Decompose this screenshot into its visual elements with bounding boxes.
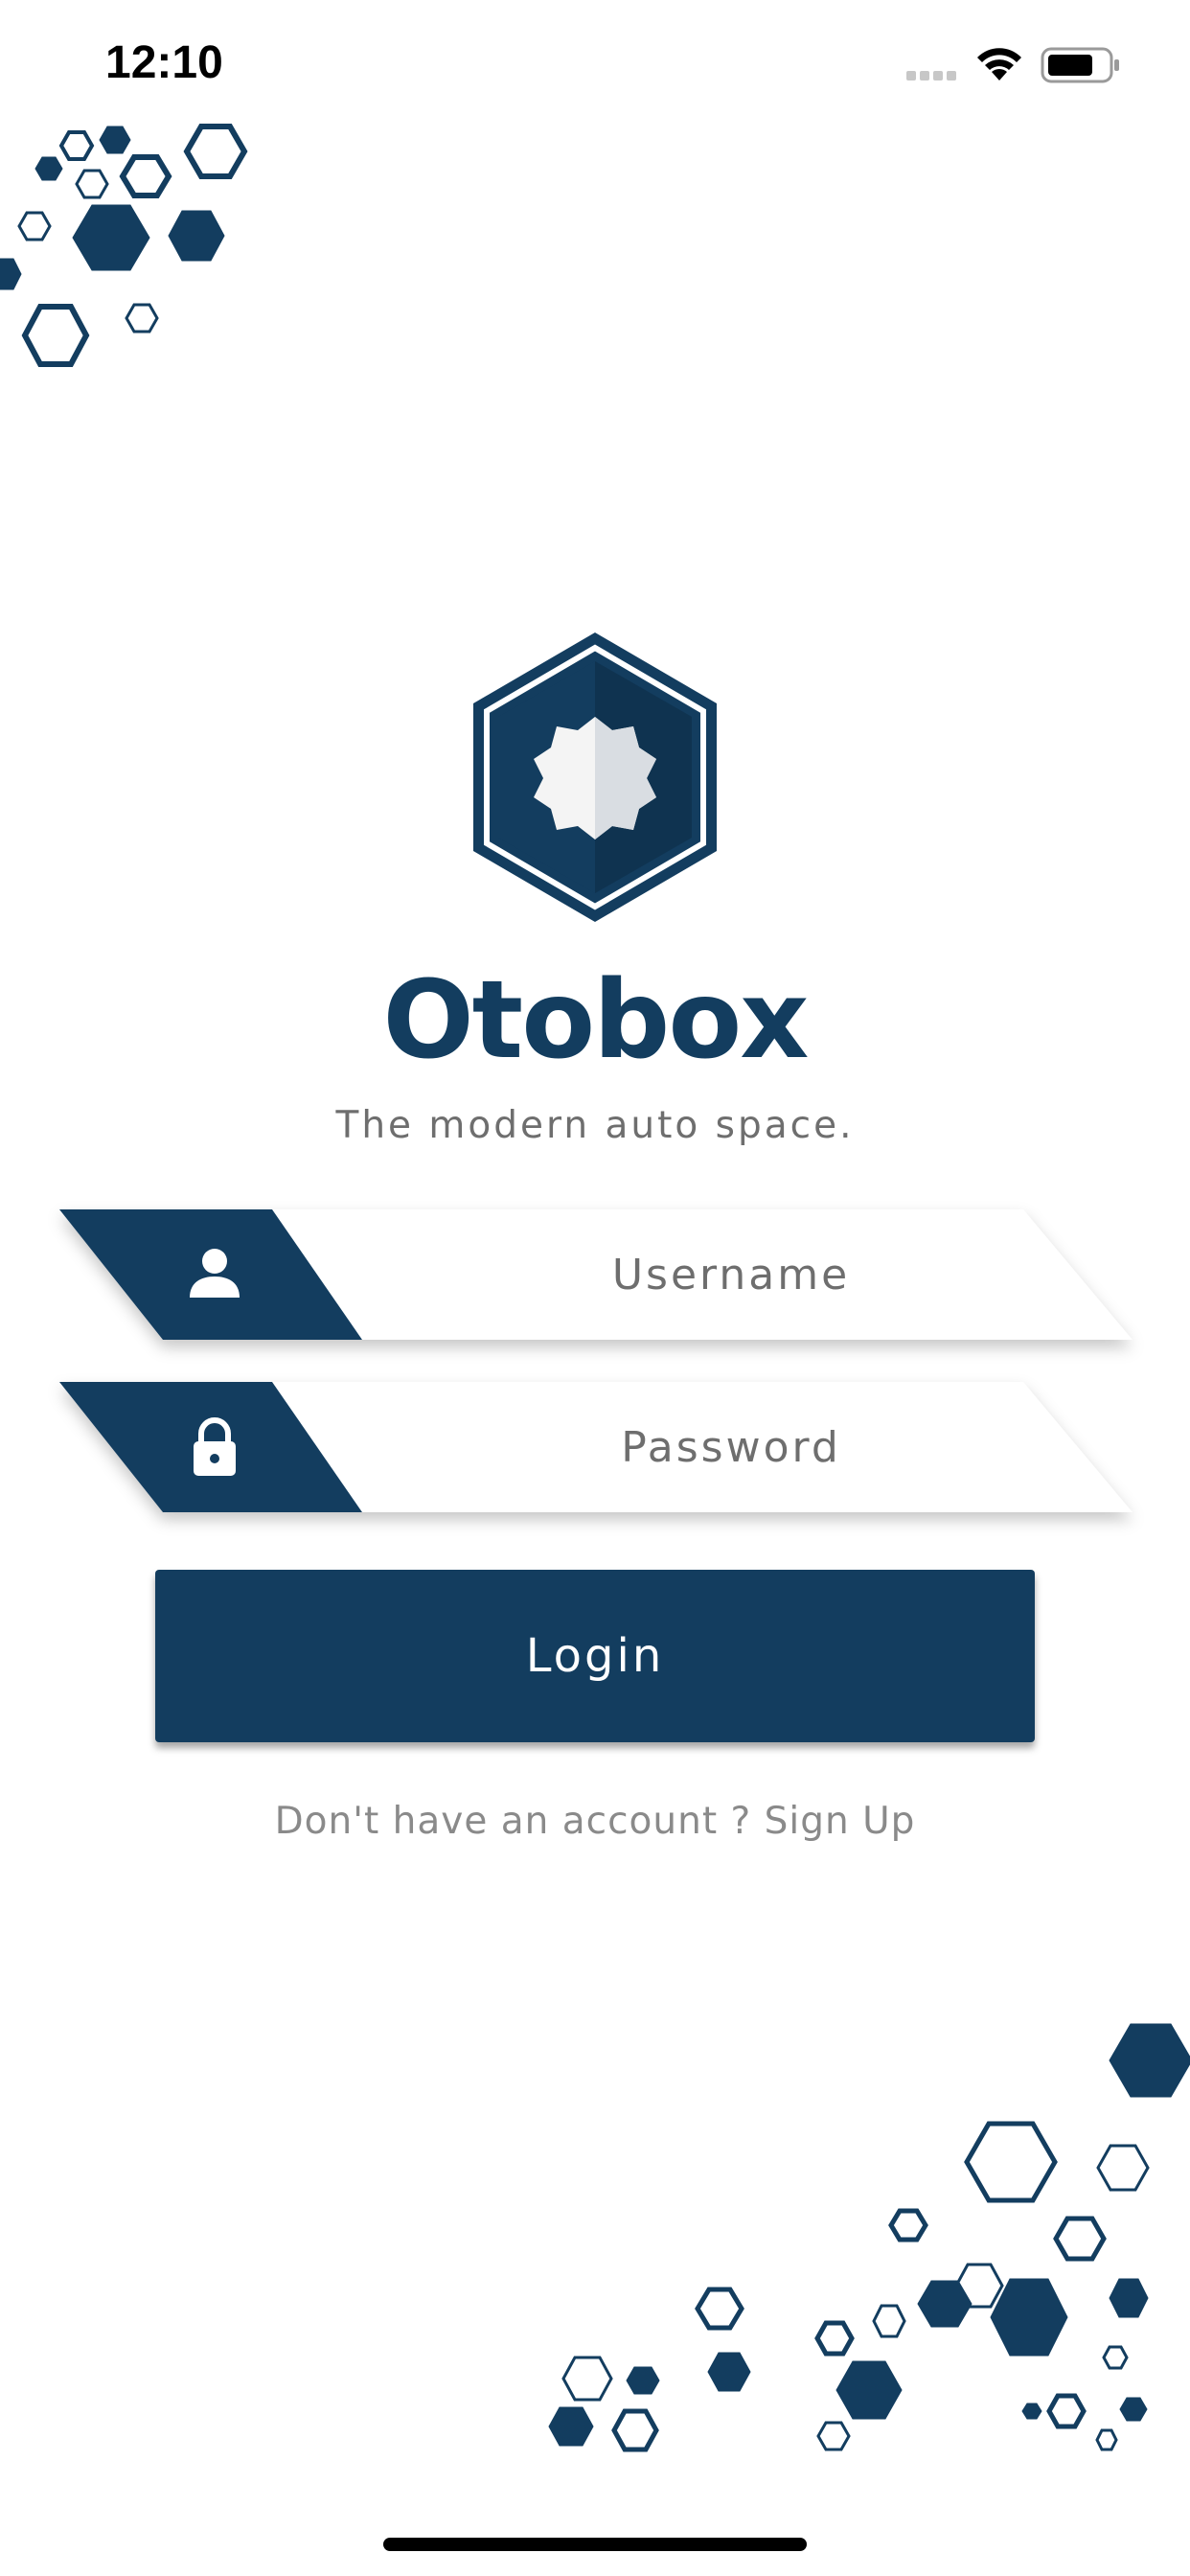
hexagon-pattern-decoration-top: [0, 124, 248, 367]
login-screen: 12:10 Otobox The modern auto space. User…: [0, 0, 1190, 2576]
signup-link[interactable]: Don't have an account ? Sign Up: [0, 1800, 1190, 1843]
password-input[interactable]: [362, 1382, 1100, 1512]
wifi-icon: [977, 48, 1021, 80]
status-time: 12:10: [105, 37, 223, 88]
lock-icon: [194, 1417, 236, 1476]
battery-icon: [1041, 47, 1119, 83]
app-tagline: The modern auto space.: [335, 1104, 855, 1147]
home-indicator[interactable]: [383, 2538, 807, 2551]
login-button[interactable]: Login: [155, 1570, 1035, 1742]
user-icon: [190, 1249, 240, 1298]
username-field[interactable]: [59, 1209, 1133, 1340]
hexagon-pattern-decoration-bottom: [548, 2023, 1190, 2452]
password-field[interactable]: [59, 1382, 1133, 1512]
username-input[interactable]: [362, 1209, 1100, 1340]
status-icons: [906, 44, 1127, 86]
hexagon-gear-logo-icon: [473, 632, 717, 922]
app-title: Otobox: [382, 958, 809, 1083]
